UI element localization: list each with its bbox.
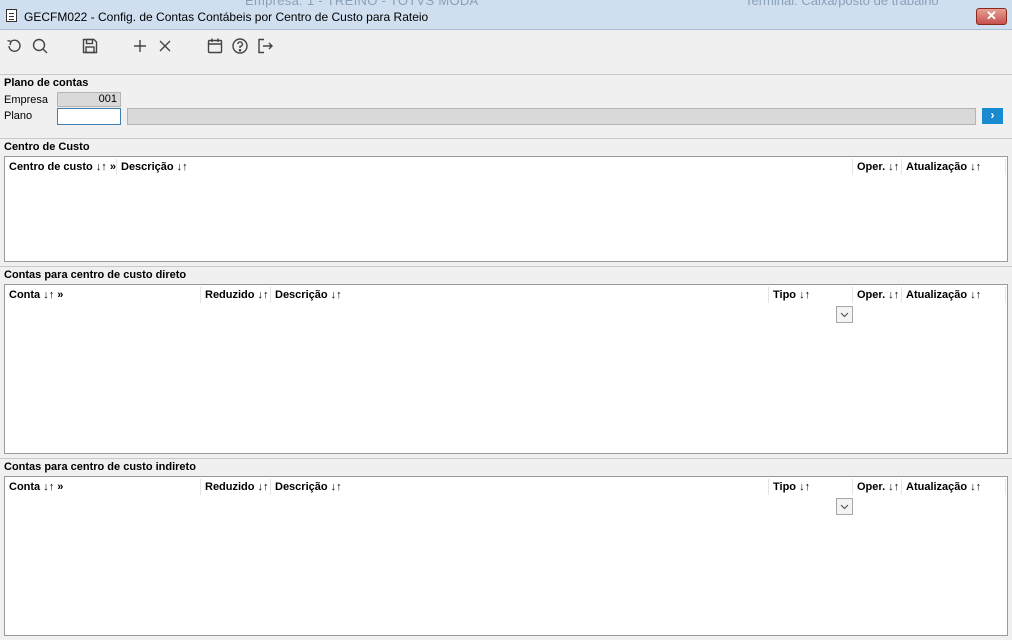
delete-icon[interactable]: [156, 37, 174, 55]
undo-icon[interactable]: [5, 37, 23, 55]
chevron-down-icon: [837, 499, 852, 514]
plano-contas-title: Plano de contas: [4, 77, 89, 89]
chevron-down-icon: [837, 307, 852, 322]
column-header-descricao[interactable]: Descrição ↓↑: [271, 287, 769, 303]
column-header-tipo[interactable]: Tipo ↓↑: [769, 479, 853, 495]
column-header-oper[interactable]: Oper. ↓↑: [853, 287, 902, 303]
help-icon[interactable]: [231, 37, 249, 55]
column-header-conta[interactable]: Conta ↓↑ »: [5, 287, 201, 303]
contas-direto-grid: Conta ↓↑ » Reduzido ↓↑ Descrição ↓↑ Tipo…: [4, 284, 1008, 454]
centro-custo-grid: Centro de custo ↓↑ » Descrição ↓↑ Oper. …: [4, 156, 1008, 262]
column-header-oper[interactable]: Oper. ↓↑: [853, 479, 902, 495]
column-header-atualizacao[interactable]: Atualização ↓↑: [902, 287, 1006, 303]
column-header-oper[interactable]: Oper. ↓↑: [853, 159, 902, 175]
search-icon[interactable]: [31, 37, 49, 55]
column-header-tipo[interactable]: Tipo ↓↑: [769, 287, 853, 303]
divider: [0, 458, 1012, 459]
plano-label: Plano: [4, 110, 33, 122]
contas-indireto-title: Contas para centro de custo indireto: [4, 461, 196, 473]
plano-description-field: [127, 108, 976, 125]
close-button[interactable]: ✕: [976, 8, 1007, 25]
plano-go-button[interactable]: ›: [982, 108, 1003, 124]
window-title: GECFM022 - Config. de Contas Contábeis p…: [24, 10, 429, 24]
add-icon[interactable]: [131, 37, 149, 55]
centro-custo-title: Centro de Custo: [4, 141, 90, 153]
divider: [0, 74, 1012, 75]
title-bar: Empresa: 1 - TREINO - TOTVS MODA Termina…: [0, 0, 1012, 30]
empresa-label: Empresa: [4, 94, 49, 106]
background-window-text-2: Terminal: Caixa/posto de trabalho: [745, 0, 939, 8]
column-header-reduzido[interactable]: Reduzido ↓↑: [201, 479, 271, 495]
plano-input[interactable]: [57, 108, 121, 125]
divider: [0, 138, 1012, 139]
exit-icon[interactable]: [256, 37, 274, 55]
contas-direto-title: Contas para centro de custo direto: [4, 269, 187, 281]
toolbar: [0, 30, 1012, 60]
column-header-centro-custo[interactable]: Centro de custo ↓↑ »: [5, 159, 117, 175]
column-header-atualizacao[interactable]: Atualização ↓↑: [902, 159, 1006, 175]
app-icon: [6, 9, 17, 22]
column-header-conta[interactable]: Conta ↓↑ »: [5, 479, 201, 495]
tipo-filter-dropdown[interactable]: [836, 498, 853, 515]
divider: [0, 266, 1012, 267]
calendar-icon[interactable]: [206, 37, 224, 55]
column-header-atualizacao[interactable]: Atualização ↓↑: [902, 479, 1006, 495]
empresa-field: 001: [57, 92, 121, 107]
save-icon[interactable]: [81, 37, 99, 55]
column-header-reduzido[interactable]: Reduzido ↓↑: [201, 287, 271, 303]
contas-indireto-grid: Conta ↓↑ » Reduzido ↓↑ Descrição ↓↑ Tipo…: [4, 476, 1008, 636]
tipo-filter-dropdown[interactable]: [836, 306, 853, 323]
background-window-text: Empresa: 1 - TREINO - TOTVS MODA: [245, 0, 479, 8]
column-header-descricao[interactable]: Descrição ↓↑: [271, 479, 769, 495]
column-header-descricao[interactable]: Descrição ↓↑: [117, 159, 853, 175]
